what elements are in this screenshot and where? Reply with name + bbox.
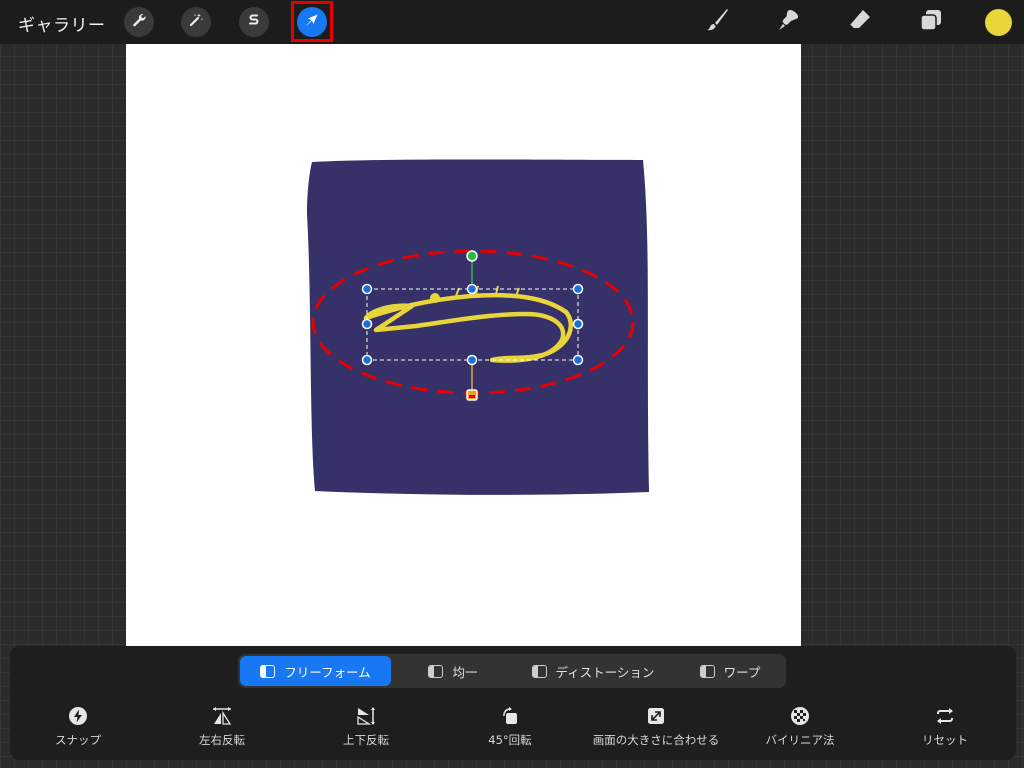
reset-icon <box>934 706 956 726</box>
action-label: 上下反転 <box>343 733 389 747</box>
selection-handle[interactable] <box>361 283 373 295</box>
navy-square-shape <box>307 159 649 495</box>
artwork <box>307 159 649 495</box>
selection-s-icon <box>246 12 262 32</box>
mode-warp[interactable]: ワープ <box>690 656 770 686</box>
smudge-icon <box>776 7 802 37</box>
brush-icon <box>704 7 730 37</box>
mode-freeform[interactable]: フリーフォーム <box>240 656 391 686</box>
action-label: 左右反転 <box>199 733 245 747</box>
layers-button[interactable] <box>916 7 946 37</box>
mode-label: フリーフォーム <box>284 664 371 680</box>
rotation-handle <box>466 250 478 262</box>
flip-horizontal-button[interactable]: 左右反転 <box>152 706 292 748</box>
layers-icon <box>918 7 944 37</box>
yellow-stroke-dot <box>430 293 440 303</box>
freeform-icon <box>260 664 276 678</box>
mode-label: ワープ <box>723 664 761 680</box>
gallery-button[interactable]: ギャラリー <box>18 11 106 36</box>
eraser-icon <box>847 7 873 37</box>
snap-button[interactable]: スナップ <box>8 706 148 748</box>
adjustments-button[interactable] <box>181 7 211 37</box>
mode-label: ディストーション <box>555 664 655 680</box>
selection-handle[interactable] <box>572 318 584 330</box>
mode-label: 均一 <box>452 664 478 680</box>
color-picker-button[interactable] <box>985 9 1012 36</box>
reset-button[interactable]: リセット <box>875 706 1015 748</box>
flip-vertical-icon <box>355 706 377 726</box>
transform-mode-selector: フリーフォーム 均一 ディストーション ワープ <box>238 654 786 688</box>
mode-distort[interactable]: ディストーション <box>518 656 668 686</box>
action-label: リセット <box>922 733 968 747</box>
warp-icon <box>699 664 715 678</box>
interpolation-button[interactable]: バイリニア法 <box>730 706 870 748</box>
lightning-icon <box>68 706 88 726</box>
action-label: スナップ <box>55 733 101 747</box>
smudge-button[interactable] <box>774 7 804 37</box>
drawing-canvas[interactable] <box>126 44 801 646</box>
distort-icon <box>531 664 547 678</box>
brush-button[interactable] <box>702 7 732 37</box>
rotate-icon <box>500 706 520 726</box>
eraser-button[interactable] <box>845 7 875 37</box>
selection-handle[interactable] <box>572 283 584 295</box>
magic-wand-icon <box>188 12 204 32</box>
interpolation-icon <box>790 706 810 726</box>
top-toolbar: ギャラリー <box>0 0 1024 44</box>
action-label: 45°回転 <box>488 733 532 747</box>
selection-handle[interactable] <box>572 354 584 366</box>
uniform-icon <box>428 664 444 678</box>
fit-to-screen-icon <box>646 706 666 726</box>
selection-handle[interactable] <box>361 318 373 330</box>
selection-button[interactable] <box>239 7 269 37</box>
flip-vertical-button[interactable]: 上下反転 <box>296 706 436 748</box>
actions-button[interactable] <box>124 7 154 37</box>
action-label: バイリニア法 <box>765 733 835 747</box>
flip-horizontal-icon <box>211 706 233 726</box>
selection-handle[interactable] <box>361 354 373 366</box>
mode-uniform[interactable]: 均一 <box>408 656 498 686</box>
rotate-45-button[interactable]: 45°回転 <box>440 706 580 748</box>
selection-handle[interactable] <box>466 354 478 366</box>
action-label: 画面の大きさに合わせる <box>592 733 720 747</box>
fit-to-screen-button[interactable]: 画面の大きさに合わせる <box>586 706 726 748</box>
selection-handle[interactable] <box>466 283 478 295</box>
wrench-icon <box>131 12 147 32</box>
transform-highlight-box <box>291 1 333 42</box>
